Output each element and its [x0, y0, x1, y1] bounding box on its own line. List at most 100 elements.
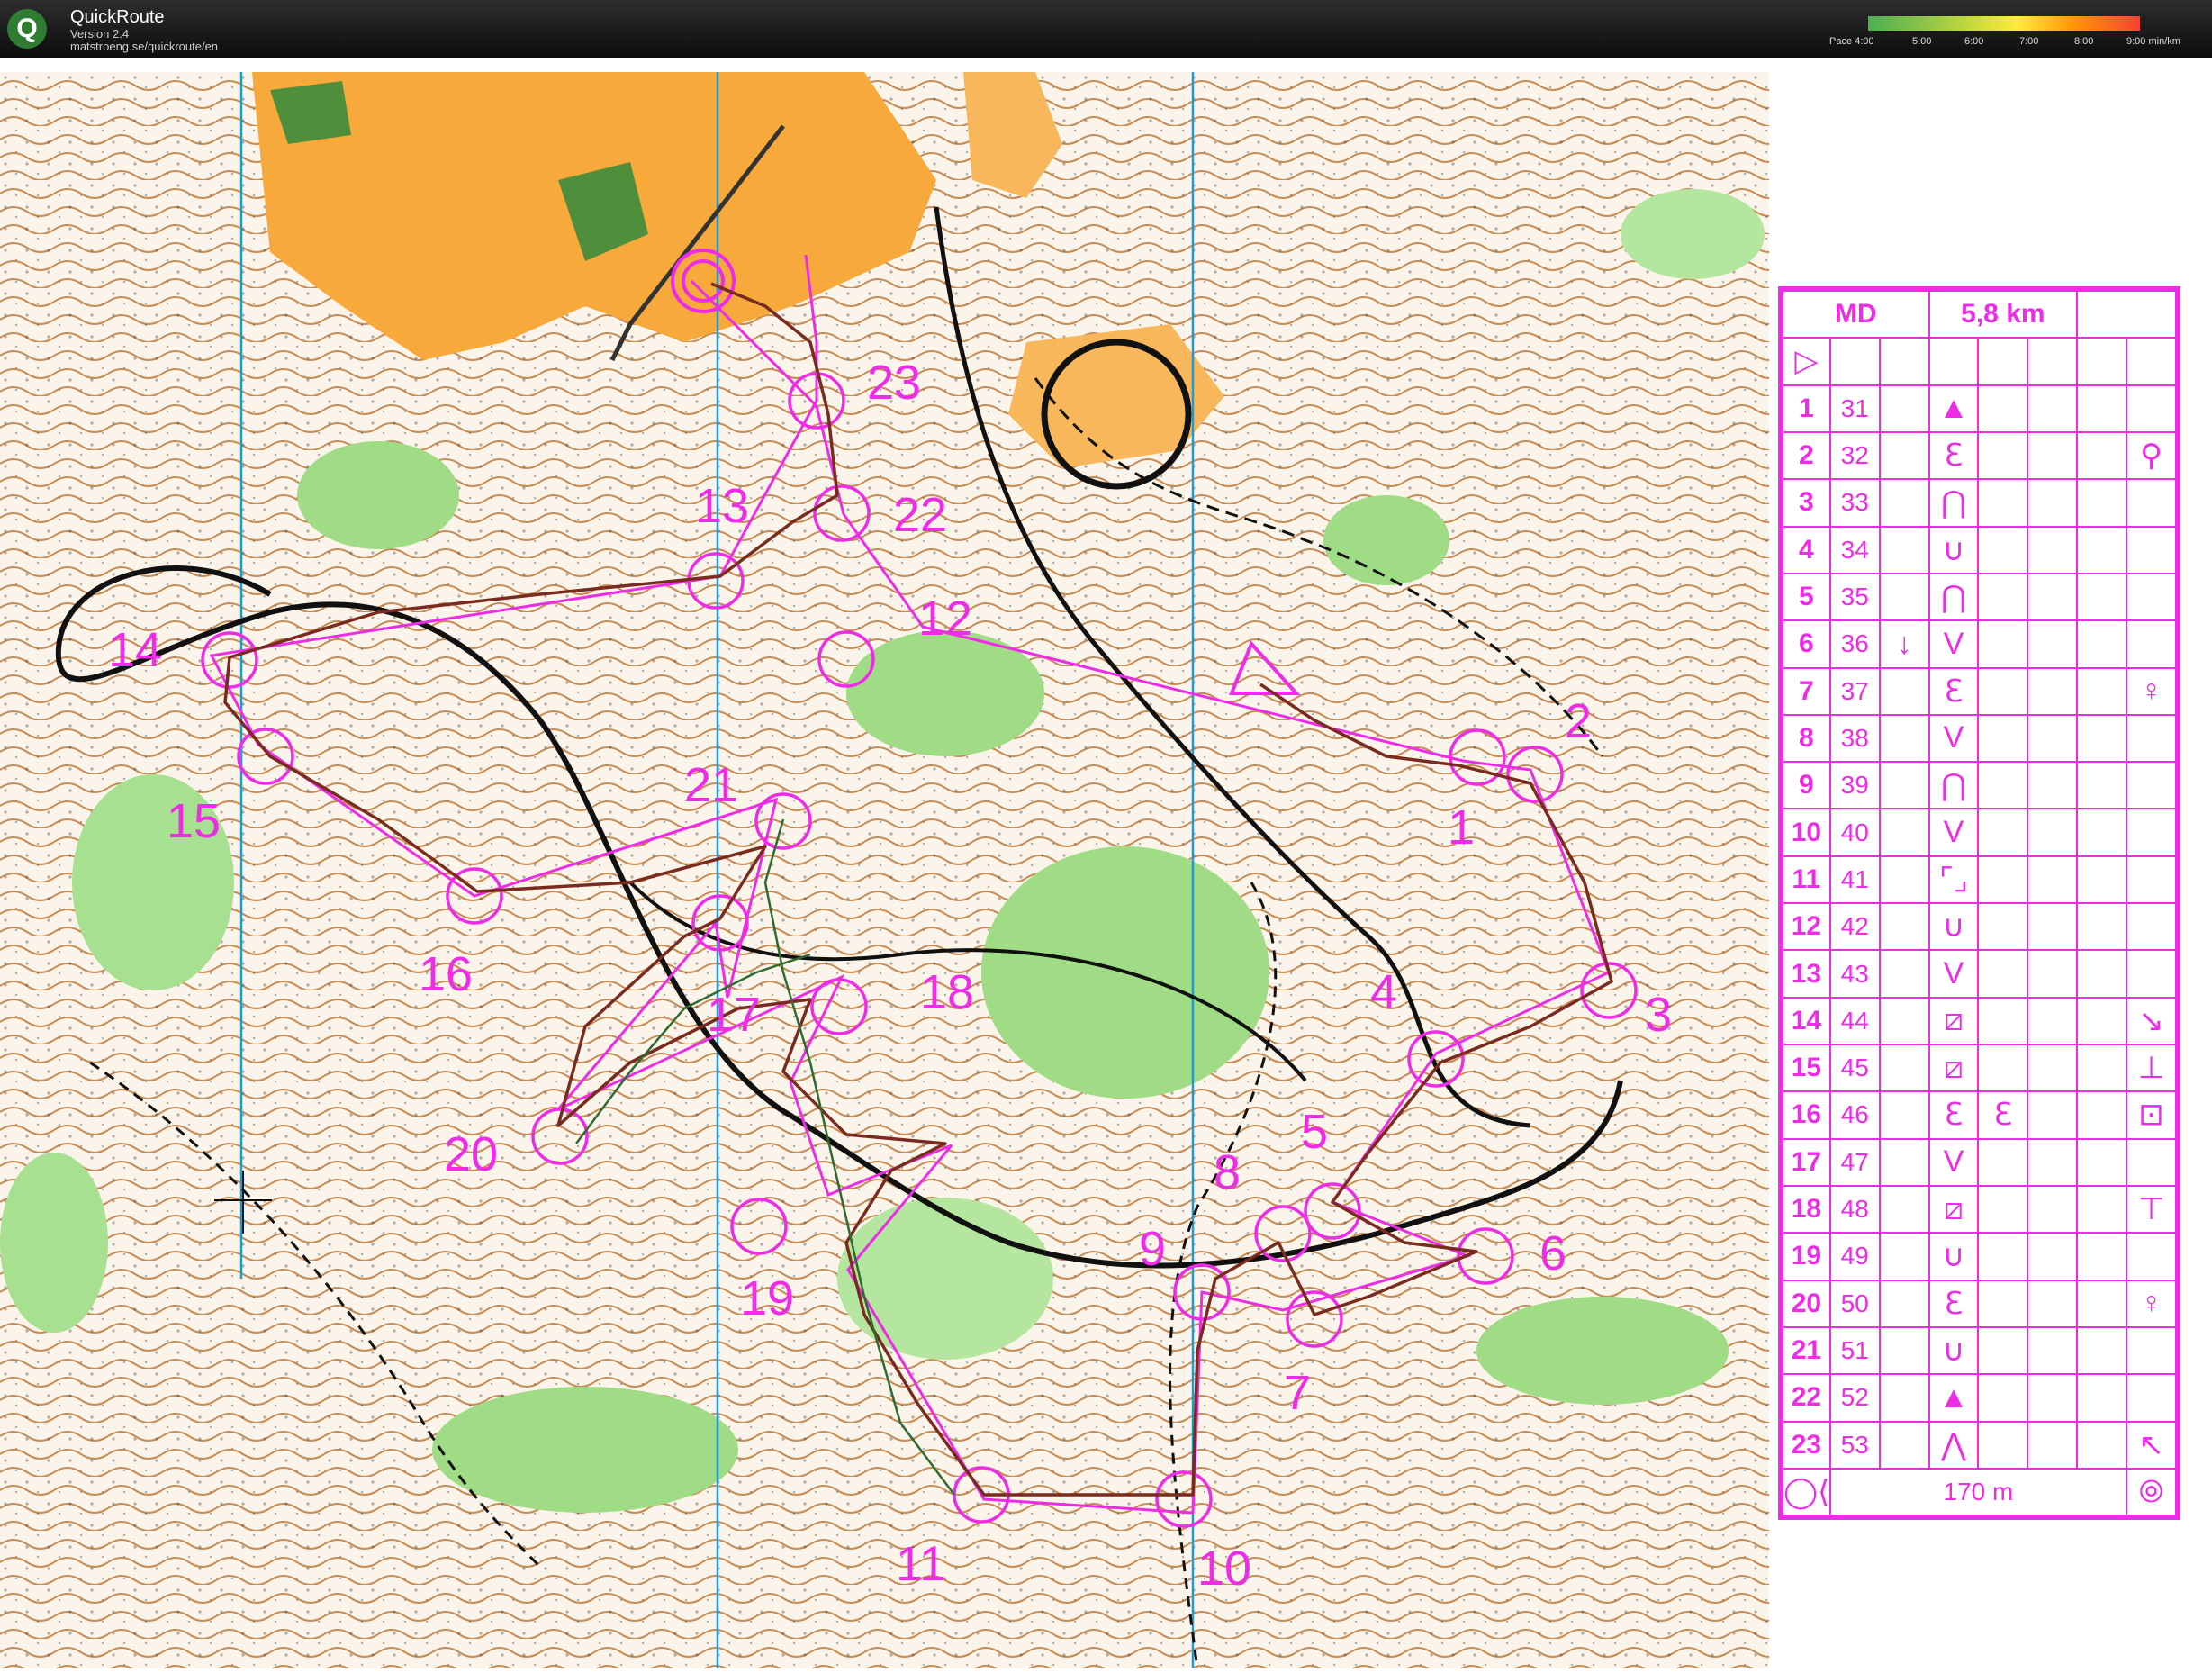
appearance-symbol-icon: [1977, 902, 2029, 952]
control-number-cell: 18: [1782, 1184, 1831, 1234]
location-symbol-icon: [2126, 902, 2177, 952]
description-footer: ◯⟨ 170 m ⦾: [1782, 1468, 2177, 1516]
empty-cell: [2027, 1325, 2079, 1376]
appearance-symbol-icon: [1977, 1137, 2029, 1187]
empty-cell: [1977, 337, 2029, 386]
empty-cell: [2027, 949, 2079, 999]
control-number-cell: 10: [1782, 808, 1831, 857]
quickroute-logo-icon: Q: [7, 9, 47, 49]
appearance-symbol-icon: [1977, 478, 2029, 528]
appearance-symbol-icon: [1977, 996, 2029, 1046]
control-number-7: 7: [1284, 1366, 1312, 1420]
map-canvas[interactable]: [0, 72, 1769, 1669]
location-symbol-icon: ⊤: [2126, 1184, 2177, 1234]
empty-cell: [2076, 761, 2128, 810]
finish-row: ◯⟨ 170 m ⦾: [1782, 1468, 2177, 1516]
feature-symbol-icon: ⋀: [1928, 1420, 1980, 1470]
feature-symbol-icon: ⧄: [1928, 996, 1980, 1046]
appearance-symbol-icon: [1977, 1420, 2029, 1470]
column-c-cell: [1878, 1043, 1930, 1093]
empty-cell: [2076, 666, 2128, 716]
column-c-cell: [1878, 1420, 1930, 1470]
location-symbol-icon: [2126, 713, 2177, 764]
empty-cell: [2076, 713, 2128, 764]
control-description-row: 21 51 ∪: [1782, 1325, 2177, 1376]
empty-cell: [2027, 1420, 2079, 1470]
location-symbol-icon: [2126, 384, 2177, 433]
control-number-20: 20: [444, 1127, 499, 1181]
control-description-row: 1 31 ▲: [1782, 384, 2177, 433]
empty-cell: [2076, 525, 2128, 574]
empty-cell: [2076, 1325, 2128, 1376]
control-description-row: 7 37 ℇ ♀: [1782, 666, 2177, 716]
column-c-cell: [1878, 1137, 1930, 1187]
app-name: QuickRoute: [70, 7, 165, 27]
control-code-cell: 31: [1828, 384, 1881, 433]
control-description-row: 8 38 V: [1782, 713, 2177, 764]
feature-symbol-icon: ▲: [1928, 1373, 1980, 1423]
appearance-symbol-icon: [1977, 430, 2029, 481]
app-url[interactable]: matstroeng.se/quickroute/en: [70, 40, 218, 53]
location-symbol-icon: ⚲: [2126, 430, 2177, 481]
empty-cell: [2076, 337, 2128, 386]
control-code-cell: 40: [1828, 808, 1881, 857]
empty-cell: [2076, 1232, 2128, 1281]
empty-cell: [2027, 619, 2079, 669]
control-code-cell: 45: [1828, 1043, 1881, 1093]
orienteering-map[interactable]: 1 2 3 4 5 6 7 8 9 10 11 12 13 14 15 16 1…: [0, 72, 1769, 1669]
control-number-22: 22: [893, 488, 948, 542]
control-code-cell: 41: [1828, 855, 1881, 905]
appearance-symbol-icon: [1977, 1373, 2029, 1423]
column-c-cell: [1878, 1184, 1930, 1234]
location-symbol-icon: ↖: [2126, 1420, 2177, 1470]
feature-symbol-icon: V: [1928, 808, 1980, 857]
empty-cell: [2076, 1184, 2128, 1234]
control-number-cell: 15: [1782, 1043, 1831, 1093]
course-length: 5,8 km: [1928, 289, 2079, 339]
control-number-cell: 9: [1782, 761, 1831, 810]
control-number-cell: 20: [1782, 1279, 1831, 1328]
empty-cell: [2027, 1373, 2079, 1423]
control-description-row: 15 45 ⧄ ⊥: [1782, 1043, 2177, 1093]
control-description-row: 17 47 V: [1782, 1137, 2177, 1187]
control-code-cell: 51: [1828, 1325, 1881, 1376]
control-number-18: 18: [920, 965, 975, 1019]
control-code-cell: 47: [1828, 1137, 1881, 1187]
control-code-cell: 42: [1828, 902, 1881, 952]
empty-cell: [2076, 949, 2128, 999]
control-code-cell: 38: [1828, 713, 1881, 764]
empty-cell: [2027, 1137, 2079, 1187]
feature-symbol-icon: ⧄: [1928, 1184, 1980, 1234]
feature-symbol-icon: ℇ: [1928, 430, 1980, 481]
control-description-row: 14 44 ⧄ ↘: [1782, 996, 2177, 1046]
start-row: ▷: [1782, 337, 2177, 386]
empty-cell: [2076, 855, 2128, 905]
feature-symbol-icon: ∪: [1928, 1325, 1980, 1376]
location-symbol-icon: [2126, 619, 2177, 669]
control-code-cell: 33: [1828, 478, 1881, 528]
app-version: Version 2.4: [70, 27, 130, 41]
location-symbol-icon: ⊥: [2126, 1043, 2177, 1093]
empty-cell: [2076, 808, 2128, 857]
location-symbol-icon: [2126, 949, 2177, 999]
control-description-row: 3 33 ⋂: [1782, 478, 2177, 528]
control-description-row: 20 50 ℇ ♀: [1782, 1279, 2177, 1328]
vegetation-area: [1621, 189, 1765, 279]
feature-symbol-icon: ∪: [1928, 902, 1980, 952]
empty-cell: [2076, 1279, 2128, 1328]
empty-cell: [1828, 337, 1881, 386]
appearance-symbol-icon: [1977, 1325, 2029, 1376]
control-number-cell: 8: [1782, 713, 1831, 764]
control-number-13: 13: [695, 479, 750, 533]
control-description-row: 19 49 ∪: [1782, 1232, 2177, 1281]
location-symbol-icon: [2126, 855, 2177, 905]
control-description-sheet: MD 5,8 km ▷ 1 31 ▲ 2 32 ℇ ⚲ 3 33 ⋂ 4 34 ∪ 5 35 ⋂ 6 36 ↓ V 7 3…: [1778, 286, 2180, 1520]
control-code-cell: 32: [1828, 430, 1881, 481]
vegetation-area: [432, 1387, 738, 1513]
control-code-cell: 35: [1828, 572, 1881, 622]
control-code-cell: 50: [1828, 1279, 1881, 1328]
finish-arrow-icon: ◯⟨: [1782, 1468, 1831, 1516]
appearance-symbol-icon: [1977, 384, 2029, 433]
column-c-cell: [1878, 713, 1930, 764]
control-number-cell: 23: [1782, 1420, 1831, 1470]
